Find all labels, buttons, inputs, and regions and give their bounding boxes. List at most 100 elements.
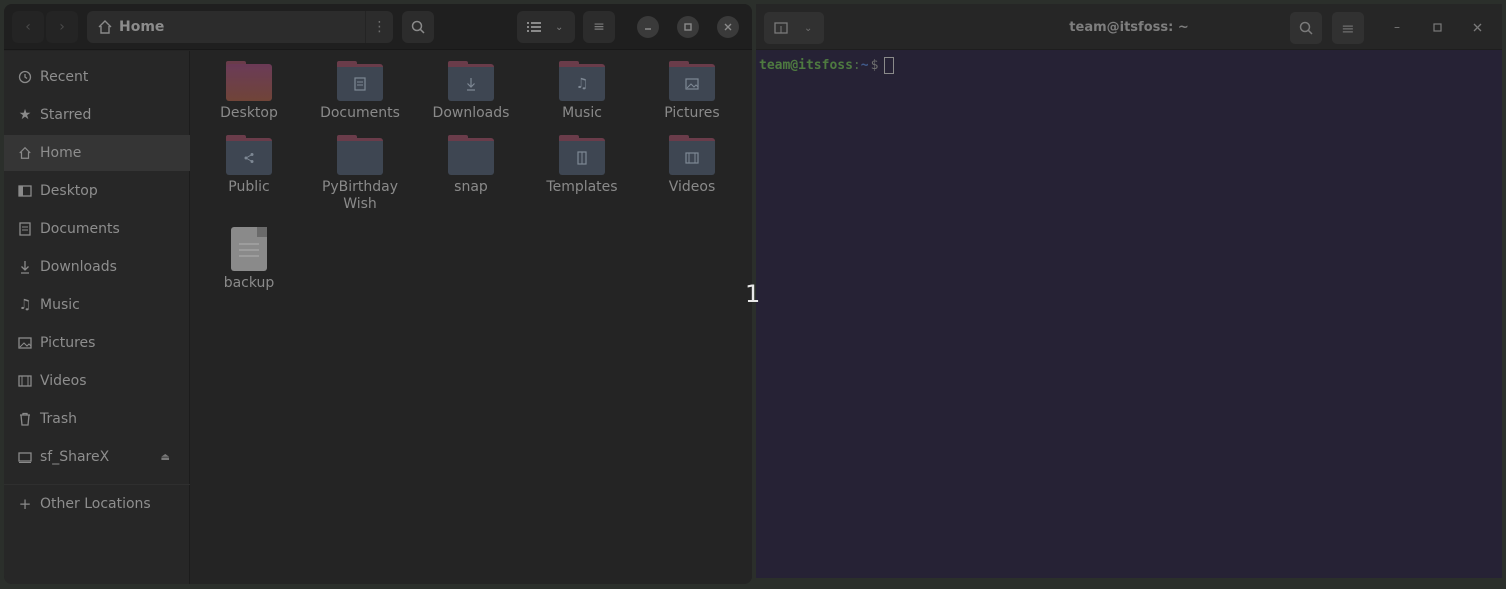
file-item-label: backup [223,275,275,291]
view-options-button[interactable]: ⌄ [517,11,575,43]
file-item-documents[interactable]: Documents [310,61,410,122]
folder-icon [226,61,272,101]
sidebar-item-sf-sharex[interactable]: sf_ShareX ⏏ [4,439,190,475]
folder-icon [337,135,383,175]
back-button[interactable]: ‹ [12,11,44,43]
file-item-label: PyBirthday Wish [321,179,399,212]
sidebar-item-documents[interactable]: Documents [4,211,190,247]
folder-pictures-icon [669,61,715,101]
maximize-icon [684,23,692,31]
folder-documents-icon [337,61,383,101]
file-item-label: Music [562,105,602,121]
sidebar-item-music[interactable]: ♫ Music [4,287,190,323]
forward-arrow-icon: › [59,19,65,35]
drive-icon [17,449,33,465]
file-item-public[interactable]: Public [199,135,299,196]
hamburger-icon: ≡ [593,19,605,35]
folder-icon [448,135,494,175]
file-item-desktop[interactable]: Desktop [199,61,299,122]
sidebar-item-desktop[interactable]: Desktop [4,173,190,209]
file-item-pybirthday-wish[interactable]: PyBirthday Wish [310,135,410,213]
file-item-label: Pictures [664,105,720,121]
folder-videos-icon [669,135,715,175]
terminal-maximize-button[interactable] [1428,18,1446,36]
terminal-close-button[interactable] [1468,18,1486,36]
hamburger-icon: ≡ [1341,18,1355,38]
file-grid: Desktop Documents Downloads ♫ Music Pict… [191,51,752,584]
terminal-search-button[interactable] [1290,12,1322,44]
sidebar-item-label: Home [40,145,82,161]
maximize-button[interactable] [677,16,699,38]
folder-templates-icon [559,135,605,175]
sidebar-item-other-locations[interactable]: + Other Locations [4,486,190,522]
path-label: Home [119,19,165,35]
videos-icon [17,373,33,389]
sidebar-item-label: Videos [40,373,87,389]
file-item-label: snap [454,179,488,195]
desktop-icon [17,183,33,199]
file-item-label: Downloads [432,105,510,121]
sidebar-item-videos[interactable]: Videos [4,363,190,399]
file-item-label: Public [228,179,270,195]
terminal-menu-button[interactable]: ≡ [1332,12,1364,44]
minimize-icon: – [1394,20,1400,34]
music-icon: ♫ [18,297,32,313]
file-item-backup[interactable]: backup [199,227,299,292]
file-item-pictures[interactable]: Pictures [642,61,742,122]
vertical-dots-icon: ⋮ [372,19,387,35]
sidebar-item-label: Desktop [40,183,98,199]
prompt-symbol: $ [870,58,879,73]
prompt-separator: : [852,58,861,73]
file-item-snap[interactable]: snap [421,135,521,196]
places-sidebar: Recent ★ Starred Home Desktop Documents [4,51,190,584]
workspace-number-label: 1 [745,280,761,308]
file-manager-headerbar: ‹ › Home ⋮ ⌄ ≡ [4,4,752,50]
prompt-path: ~ [860,58,869,73]
terminal-minimize-button[interactable]: – [1388,18,1406,36]
close-icon [724,23,732,31]
file-item-label: Videos [668,179,716,195]
minimize-button[interactable] [637,16,659,38]
maximize-icon [1432,22,1442,32]
file-item-videos[interactable]: Videos [642,135,742,196]
minimize-icon [645,28,651,30]
sidebar-item-starred[interactable]: ★ Starred [4,97,190,133]
eject-icon[interactable]: ⏏ [161,452,170,463]
file-item-music[interactable]: ♫ Music [532,61,632,122]
prompt-user: team@itsfoss [759,58,853,73]
sidebar-item-label: Documents [40,221,120,237]
sidebar-item-trash[interactable]: Trash [4,401,190,437]
trash-icon [17,411,33,427]
sidebar-item-home[interactable]: Home [4,135,190,171]
search-button[interactable] [402,11,434,43]
terminal-prompt: team@itsfoss : ~ $ [759,57,895,74]
forward-button[interactable]: › [46,11,78,43]
sidebar-item-label: Pictures [40,335,96,351]
main-menu-button[interactable]: ≡ [583,11,615,43]
sidebar-item-downloads[interactable]: Downloads [4,249,190,285]
terminal-window: ⌄ team@itsfoss: ~ ≡ – team@itsfoss : ~ $ [756,4,1502,578]
file-item-downloads[interactable]: Downloads [421,61,521,122]
sidebar-item-recent[interactable]: Recent [4,59,190,95]
path-bar[interactable]: Home ⋮ [87,11,393,43]
file-item-label: Documents [320,105,400,121]
file-item-label: Templates [546,179,618,195]
close-button[interactable] [717,16,739,38]
sidebar-item-label: Starred [40,107,92,123]
chevron-down-icon: ⌄ [555,21,564,33]
sidebar-item-label: Other Locations [40,496,151,512]
sidebar-item-pictures[interactable]: Pictures [4,325,190,361]
folder-music-icon: ♫ [559,61,605,101]
plus-icon: + [18,495,32,513]
file-item-templates[interactable]: Templates [532,135,632,196]
file-item-label: Desktop [220,105,278,121]
download-icon [17,259,33,275]
sidebar-item-label: Recent [40,69,89,85]
terminal-output[interactable]: team@itsfoss : ~ $ [756,51,1502,578]
text-cursor [884,57,895,74]
sidebar-item-label: Music [40,297,80,313]
path-menu-button[interactable]: ⋮ [365,11,393,43]
sidebar-item-label: sf_ShareX [40,449,110,465]
home-icon [98,20,112,34]
documents-icon [17,221,33,237]
